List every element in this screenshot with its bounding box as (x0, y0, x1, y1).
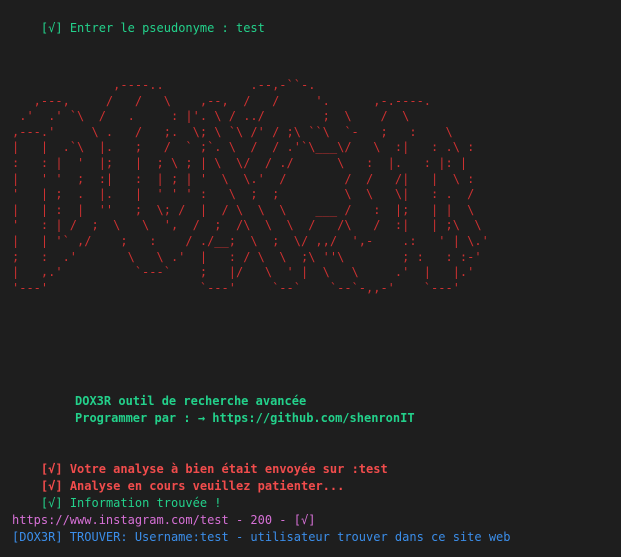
result-hit-line: [DOX3R] TROUVER: Username:test - utilisa… (12, 530, 511, 544)
result-url-line[interactable]: https://www.instagram.com/test - 200 - [… (12, 512, 315, 529)
information-found-text: Information trouvée ! (62, 496, 222, 510)
terminal-window[interactable]: [√] Entrer le pseudonyme : test ,----.. … (0, 0, 621, 557)
banner-title: DOX3R outil de recherche avancée (75, 394, 307, 408)
banner-author-line: Programmer par : → https://github.com/sh… (75, 411, 415, 425)
pseudonym-prompt-text: Entrer le pseudonyme : test (62, 21, 265, 35)
pseudonym-prompt-line: [√] Entrer le pseudonyme : test (12, 3, 265, 54)
check-mark: [√] (40, 496, 63, 510)
check-mark: [√] (40, 21, 63, 35)
dox3r-ascii-logo: ,----.. .--,-``-. ,---, / / \ ,--, / / '… (12, 78, 489, 295)
